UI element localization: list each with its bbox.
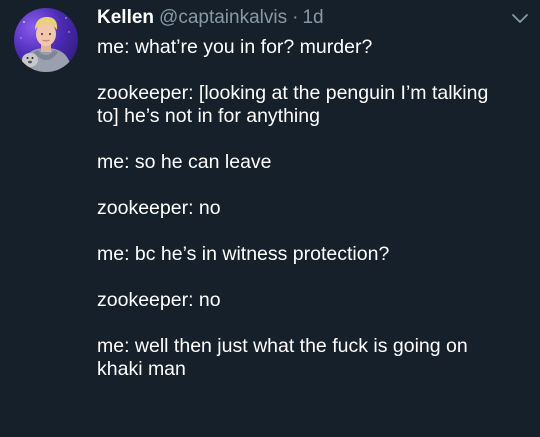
tweet-line: zookeeper: no [97, 289, 221, 311]
tweet-text: me: what’re you in for? murder? zookeepe… [97, 36, 529, 381]
tweet-header: Kellen @captainkalvis · 1d [97, 6, 324, 30]
tweet-line: me: well then just what the fuck is goin… [97, 335, 468, 357]
avatar[interactable] [14, 8, 78, 72]
tweet-line: zookeeper: no [97, 197, 221, 219]
tweet-line: me: what’re you in for? murder? [97, 36, 373, 58]
tweet-line: me: so he can leave [97, 151, 272, 173]
tweet-line: me: bc he’s in witness protection? [97, 243, 390, 265]
tweet-line: to] he’s not in for anything [97, 105, 320, 127]
tweet[interactable]: Kellen @captainkalvis · 1d me: what’re y… [0, 0, 540, 437]
chevron-down-icon[interactable] [511, 12, 529, 24]
timestamp[interactable]: 1d [302, 7, 323, 29]
separator-dot: · [292, 7, 299, 28]
tweet-line: khaki man [97, 358, 186, 380]
tweet-line: zookeeper: [looking at the penguin I’m t… [97, 82, 489, 104]
user-handle[interactable]: @captainkalvis [159, 7, 287, 29]
avatar-image [20, 17, 72, 72]
display-name[interactable]: Kellen [97, 7, 154, 29]
